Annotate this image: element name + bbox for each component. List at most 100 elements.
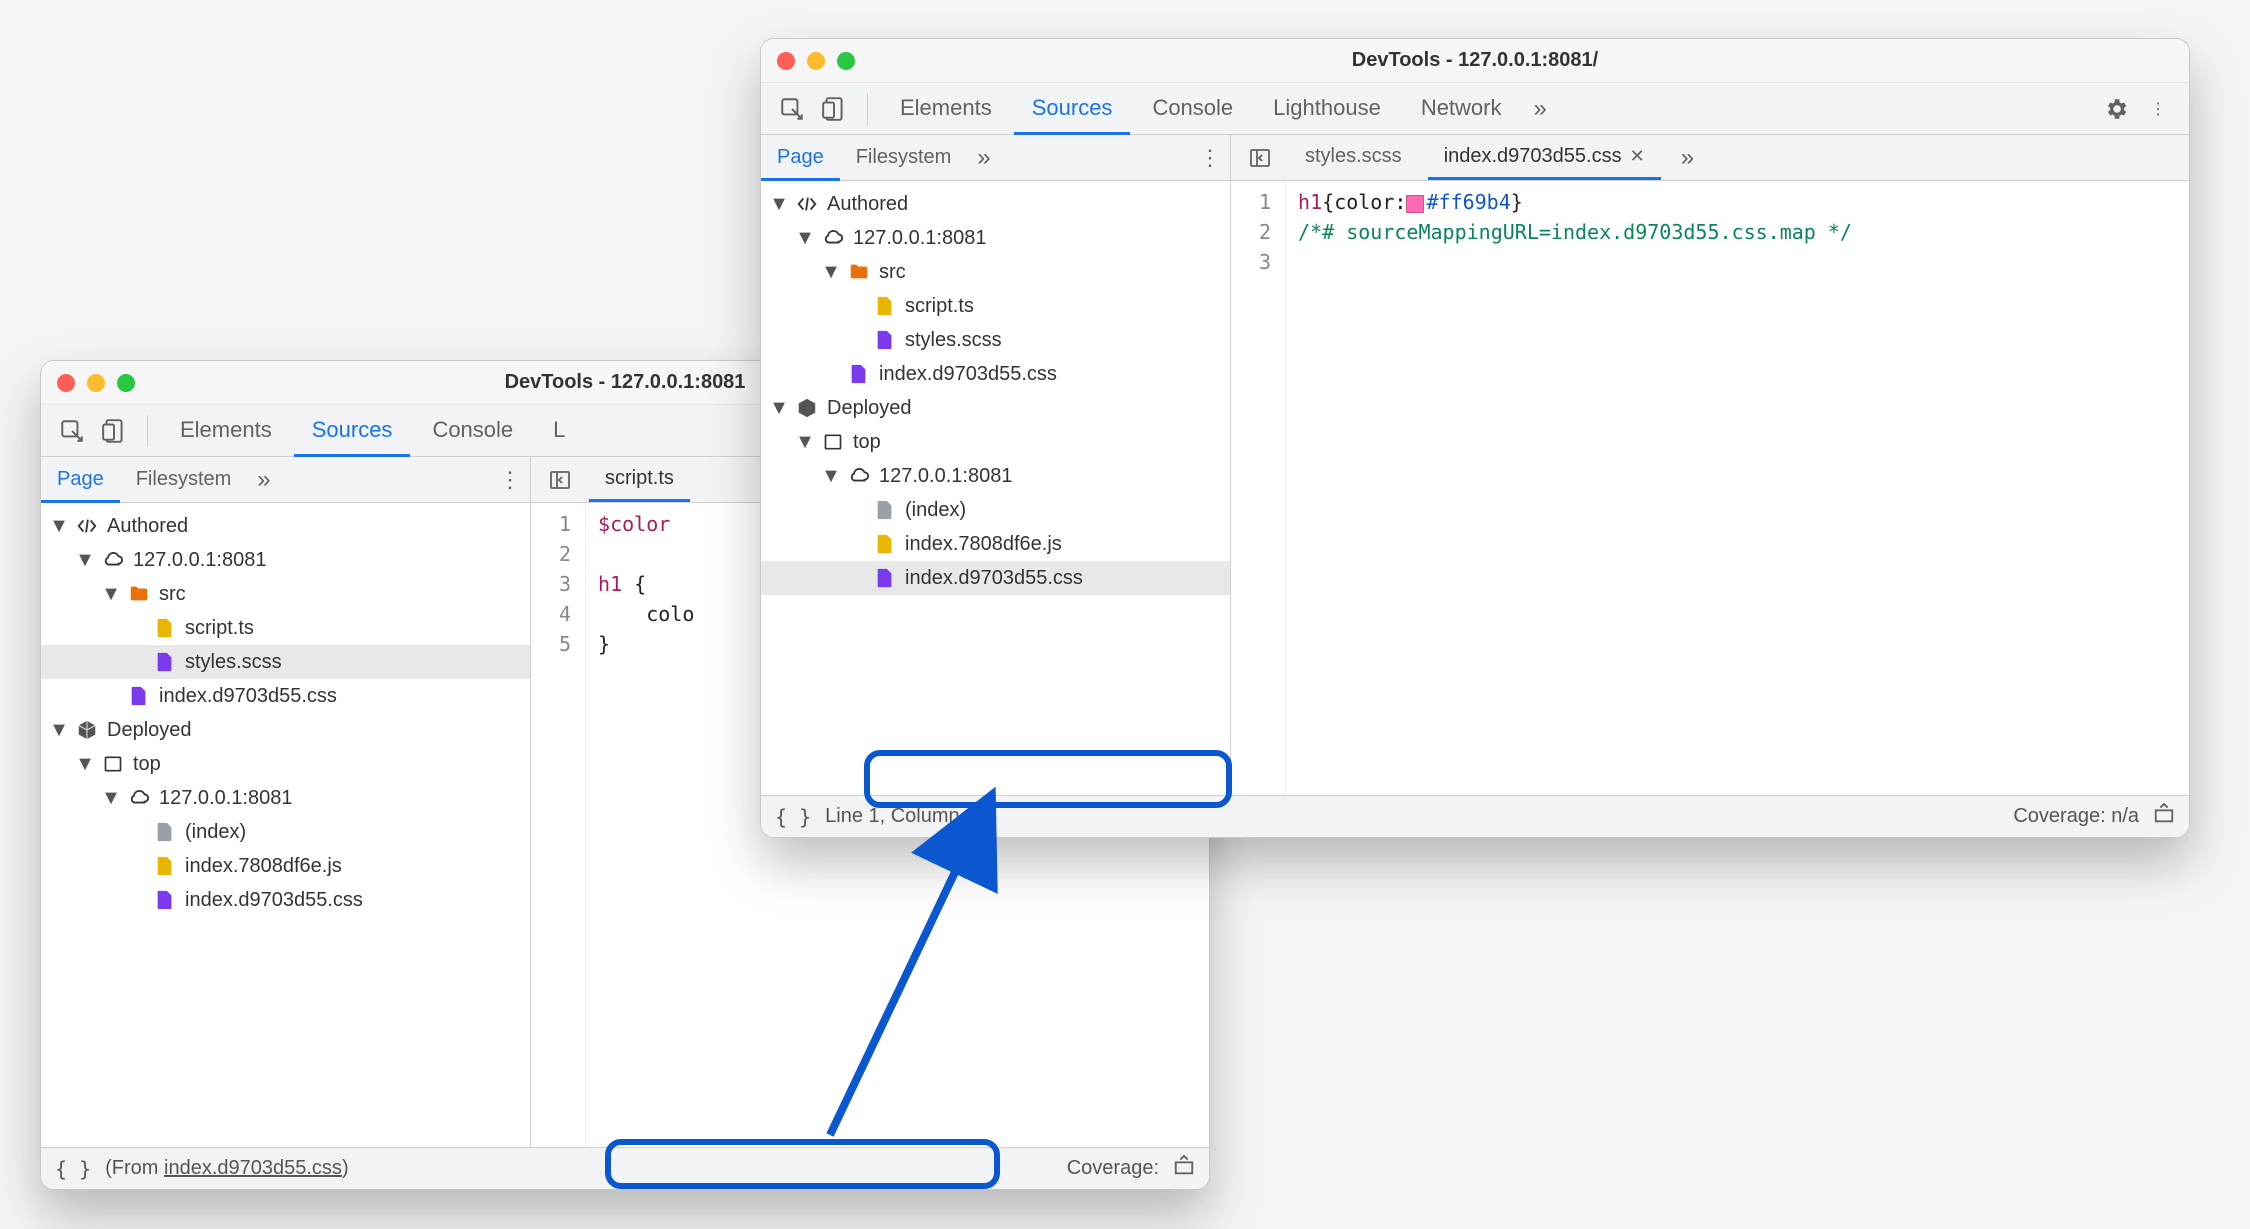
main-toolbar: Elements Sources Console Lighthouse Netw…: [761, 83, 2189, 135]
navigator-tree[interactable]: ▼ Authored ▼ 127.0.0.1:8081 ▼ src script…: [41, 503, 531, 1147]
show-drawer-icon[interactable]: [2153, 803, 2175, 831]
tree-group-authored[interactable]: ▼ Authored: [761, 187, 1230, 221]
tab-sources[interactable]: Sources: [1014, 84, 1131, 135]
tree-item-host-deployed[interactable]: ▼ 127.0.0.1:8081: [41, 781, 530, 815]
cloud-icon: [101, 548, 125, 572]
close-window-button[interactable]: [57, 374, 75, 392]
tab-console[interactable]: Console: [414, 406, 531, 457]
twisty-down-icon: ▼: [771, 193, 787, 216]
deployed-icon: [75, 718, 99, 742]
minimize-window-button[interactable]: [87, 374, 105, 392]
kebab-menu-icon[interactable]: ⋮: [490, 467, 530, 493]
code-editor[interactable]: 1 2 3 h1{color:#ff69b4} /*# sourceMappin…: [1231, 181, 2189, 795]
show-drawer-icon[interactable]: [1173, 1155, 1195, 1183]
tree-item-top[interactable]: ▼ top: [761, 425, 1230, 459]
file-js-icon: [153, 854, 177, 878]
line-gutter: 1 2 3 4 5: [531, 503, 586, 1147]
tree-item-index-file[interactable]: (index): [41, 815, 530, 849]
cloud-icon: [821, 226, 845, 250]
tree-item-index-css-deployed[interactable]: index.d9703d55.css: [41, 883, 530, 917]
status-coverage: Coverage:: [1067, 1157, 1159, 1180]
tab-console[interactable]: Console: [1134, 84, 1251, 135]
braces-icon[interactable]: { }: [775, 805, 811, 829]
twisty-down-icon: ▼: [797, 431, 813, 454]
twisty-down-icon: ▼: [51, 515, 67, 538]
settings-icon[interactable]: [2097, 90, 2135, 128]
kebab-menu-icon[interactable]: ⋮: [2139, 90, 2177, 128]
cloud-icon: [127, 786, 151, 810]
more-file-tabs-icon[interactable]: »: [1671, 144, 1704, 172]
maximize-window-button[interactable]: [117, 374, 135, 392]
braces-icon[interactable]: { }: [55, 1157, 91, 1181]
subtab-filesystem[interactable]: Filesystem: [120, 458, 248, 503]
tree-label: (index): [185, 821, 246, 844]
file-tab-styles-scss[interactable]: styles.scss: [1289, 135, 1418, 180]
more-tabs-icon[interactable]: »: [1524, 95, 1557, 123]
tree-item-src-folder[interactable]: ▼ src: [41, 577, 530, 611]
color-swatch-icon[interactable]: [1406, 195, 1424, 213]
inspect-icon[interactable]: [773, 90, 811, 128]
tree-label: Deployed: [827, 397, 912, 420]
toggle-navigator-icon[interactable]: [541, 461, 579, 499]
minimize-window-button[interactable]: [807, 52, 825, 70]
more-subtabs-icon[interactable]: »: [247, 466, 280, 494]
traffic-lights: [777, 52, 855, 70]
file-tab-index-css[interactable]: index.d9703d55.css ✕: [1428, 135, 1661, 180]
line-gutter: 1 2 3: [1231, 181, 1286, 795]
frame-icon: [821, 430, 845, 454]
tree-group-deployed[interactable]: ▼ Deployed: [41, 713, 530, 747]
tree-label: top: [133, 753, 161, 776]
tree-item-styles-scss[interactable]: styles.scss: [41, 645, 530, 679]
file-css-icon: [873, 566, 897, 590]
tab-elements[interactable]: Elements: [882, 84, 1010, 135]
cloud-icon: [847, 464, 871, 488]
device-toggle-icon[interactable]: [95, 412, 133, 450]
status-from-source[interactable]: (From index.d9703d55.css): [105, 1157, 348, 1180]
toggle-navigator-icon[interactable]: [1241, 139, 1279, 177]
tree-item-styles-scss[interactable]: styles.scss: [761, 323, 1230, 357]
tree-item-script-ts[interactable]: script.ts: [761, 289, 1230, 323]
tree-item-index-css[interactable]: index.d9703d55.css: [41, 679, 530, 713]
tree-item-top[interactable]: ▼ top: [41, 747, 530, 781]
tree-item-src-folder[interactable]: ▼ src: [761, 255, 1230, 289]
tree-group-authored[interactable]: ▼ Authored: [41, 509, 530, 543]
separator: [147, 415, 148, 447]
code-content[interactable]: h1{color:#ff69b4} /*# sourceMappingURL=i…: [1286, 181, 2189, 795]
tab-elements[interactable]: Elements: [162, 406, 290, 457]
close-tab-icon[interactable]: ✕: [1630, 146, 1645, 167]
twisty-down-icon: ▼: [823, 465, 839, 488]
separator: [867, 93, 868, 125]
tree-item-host[interactable]: ▼ 127.0.0.1:8081: [41, 543, 530, 577]
tab-network[interactable]: Network: [1403, 84, 1520, 135]
close-window-button[interactable]: [777, 52, 795, 70]
twisty-down-icon: ▼: [771, 397, 787, 420]
tree-item-index-file[interactable]: (index): [761, 493, 1230, 527]
twisty-down-icon: ▼: [77, 549, 93, 572]
subtab-filesystem[interactable]: Filesystem: [840, 136, 968, 181]
folder-icon: [127, 582, 151, 606]
tree-group-deployed[interactable]: ▼ Deployed: [761, 391, 1230, 425]
tree-label: script.ts: [185, 617, 254, 640]
tree-item-index-js[interactable]: index.7808df6e.js: [41, 849, 530, 883]
kebab-menu-icon[interactable]: ⋮: [1190, 145, 1230, 171]
inspect-icon[interactable]: [53, 412, 91, 450]
tree-item-index-css[interactable]: index.d9703d55.css: [761, 357, 1230, 391]
tree-item-host-deployed[interactable]: ▼ 127.0.0.1:8081: [761, 459, 1230, 493]
tree-label: top: [853, 431, 881, 454]
tree-label: src: [159, 583, 186, 606]
tab-sources[interactable]: Sources: [294, 406, 411, 457]
subtab-page[interactable]: Page: [761, 136, 840, 181]
maximize-window-button[interactable]: [837, 52, 855, 70]
device-toggle-icon[interactable]: [815, 90, 853, 128]
twisty-down-icon: ▼: [823, 261, 839, 284]
tab-more-truncated[interactable]: L: [535, 406, 583, 457]
subtab-page[interactable]: Page: [41, 458, 120, 503]
tree-item-host[interactable]: ▼ 127.0.0.1:8081: [761, 221, 1230, 255]
navigator-tree[interactable]: ▼ Authored ▼ 127.0.0.1:8081 ▼ src script…: [761, 181, 1231, 795]
more-subtabs-icon[interactable]: »: [967, 144, 1000, 172]
tab-lighthouse[interactable]: Lighthouse: [1255, 84, 1399, 135]
file-tab-script-ts[interactable]: script.ts: [589, 457, 690, 502]
tree-item-index-js[interactable]: index.7808df6e.js: [761, 527, 1230, 561]
tree-item-script-ts[interactable]: script.ts: [41, 611, 530, 645]
tree-item-index-css-deployed[interactable]: index.d9703d55.css: [761, 561, 1230, 595]
